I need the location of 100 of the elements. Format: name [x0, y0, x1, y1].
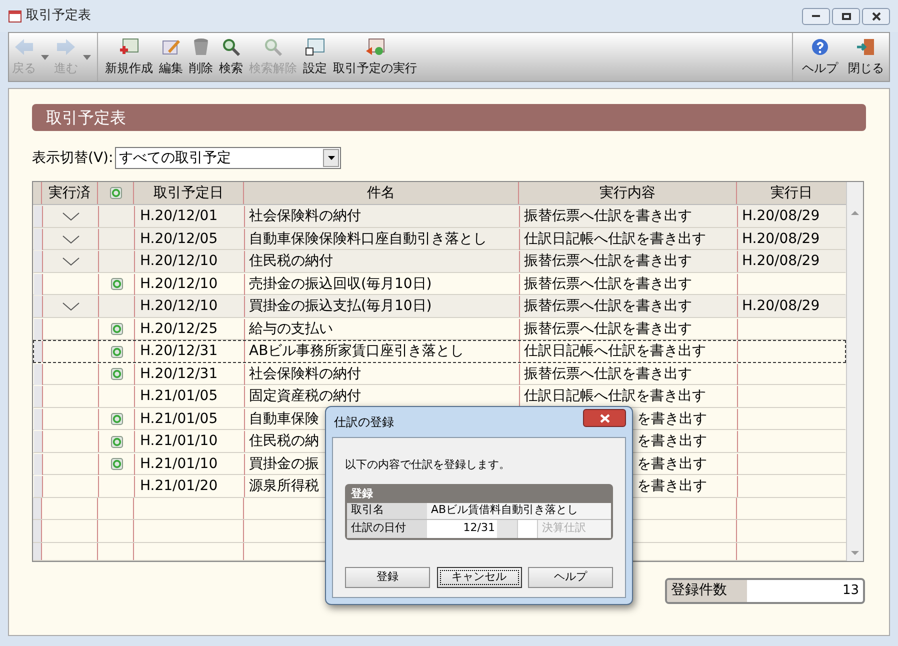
row-header[interactable] [34, 476, 42, 497]
recurring-icon [110, 458, 122, 470]
help-icon [809, 37, 831, 57]
row-header[interactable] [34, 386, 42, 407]
column-header[interactable]: 実行内容 [600, 182, 656, 204]
row-header[interactable] [34, 454, 42, 474]
table-cell-text: 仕訳日記帳へ仕訳を書き出す [524, 342, 706, 361]
toolbar-button[interactable]: 検索 [216, 33, 246, 81]
calendar-icon [8, 9, 22, 23]
table-cell-text: H.20/08/29 [742, 230, 820, 248]
table-cell-text: 社会保険料の納付 [249, 207, 361, 226]
scrollbar[interactable] [846, 182, 863, 560]
dialog-button[interactable]: キャンセル [436, 567, 522, 588]
column-header[interactable]: 実行日 [770, 182, 812, 204]
view-dropdown[interactable]: すべての取引予定 [115, 147, 342, 169]
table-cell-text: H.21/01/05 [140, 410, 218, 428]
recurring-icon [110, 187, 122, 199]
search-icon [220, 37, 242, 57]
recurring-icon [110, 413, 122, 425]
close-button[interactable] [862, 8, 890, 24]
table-cell-text: を書き出す [637, 477, 707, 496]
row-header[interactable] [34, 206, 42, 227]
table-cell-text: 仕訳日記帳へ仕訳を書き出す [524, 387, 706, 406]
table-row[interactable]: H.20/12/25 給与の支払い 振替伝票へ仕訳を書き出す [33, 318, 846, 340]
table-row[interactable]: H.20/12/01 社会保険料の納付 振替伝票へ仕訳を書き出す H.20/08/29 [33, 205, 846, 228]
field-value: ABビル賃借料自動引き落とし [427, 502, 611, 518]
table-row[interactable]: H.20/12/10 売掛金の振込回収(毎月10日) 振替伝票へ仕訳を書き出す [33, 272, 846, 295]
table-cell-text: 振替伝票へ仕訳を書き出す [524, 297, 692, 316]
view-switch-label: 表示切替(V): [32, 148, 114, 168]
page-title: 取引予定表 [46, 106, 126, 128]
dialog-button[interactable]: ヘルプ [528, 567, 613, 588]
input-field[interactable] [517, 520, 537, 538]
toolbar-button[interactable]: ヘルプ [797, 33, 843, 81]
recurring-icon [110, 323, 122, 335]
table-cell-text: H.21/01/05 [140, 387, 218, 406]
settings-icon [304, 37, 326, 57]
check-mark-icon [62, 302, 80, 311]
toolbar-button[interactable]: 閉じる [843, 33, 889, 81]
row-header[interactable] [34, 228, 42, 250]
toolbar-button[interactable]: 新規作成 [102, 33, 156, 81]
table-cell-text: H.20/08/29 [742, 297, 820, 316]
document-run-icon [364, 37, 386, 57]
field-label: 取引名 [347, 502, 427, 518]
table-row[interactable]: H.20/12/31 社会保険料の納付 振替伝票へ仕訳を書き出す [33, 362, 846, 385]
table-cell-text: 住民税の納 [249, 432, 319, 451]
table-cell-text: 振替伝票へ仕訳を書き出す [524, 320, 692, 338]
table-cell-text: 売掛金の振込回収(毎月10日) [249, 274, 432, 294]
left-arrow-icon [13, 37, 35, 57]
table-row[interactable]: H.20/12/10 買掛金の振込支払(毎月10日) 振替伝票へ仕訳を書き出す H.20/08/29 [33, 295, 846, 318]
maximize-button[interactable] [832, 8, 860, 24]
right-arrow-icon [55, 37, 77, 57]
row-header[interactable] [34, 251, 42, 272]
row-header[interactable] [34, 341, 42, 362]
toolbar-button[interactable]: 設定 [300, 33, 330, 81]
table-row[interactable]: H.20/12/05 自動車保険保険料口座自動引き落とし 仕訳日記帳へ仕訳を書き出す H.20/08/29 [33, 228, 846, 250]
toolbar-button[interactable]: 取引予定の実行 [330, 33, 420, 81]
table-cell-text: 買掛金の振 [249, 454, 319, 474]
row-header[interactable] [34, 296, 42, 317]
table-row[interactable]: H.20/12/31 ABビル事務所家賃口座引き落とし 仕訳日記帳へ仕訳を書き出す [33, 340, 846, 362]
dropdown-arrow-icon [328, 156, 335, 160]
table-cell-text: 振替伝票へ仕訳を書き出す [524, 274, 692, 294]
count-value: 13 [841, 582, 860, 600]
table-cell-text: H.20/12/10 [140, 252, 218, 271]
row-header[interactable] [34, 274, 42, 294]
table-cell-text: H.20/08/29 [742, 207, 820, 226]
table-cell-text: 固定資産税の納付 [249, 387, 361, 406]
field-label: 仕訳の日付 [347, 520, 427, 538]
table-row[interactable]: H.20/12/10 住民税の納付 振替伝票へ仕訳を書き出す H.20/08/29 [33, 250, 846, 272]
minimize-button[interactable] [802, 8, 830, 24]
column-header[interactable]: 件名 [367, 182, 395, 204]
date-field[interactable]: 12/31 [427, 520, 497, 538]
table-cell-text: 振替伝票へ仕訳を書き出す [524, 364, 692, 384]
table-cell-text: H.20/12/10 [140, 297, 218, 316]
table-cell-text: H.20/12/25 [140, 320, 218, 338]
close-button[interactable] [583, 409, 626, 427]
pencil-icon [160, 37, 182, 57]
column-header[interactable]: 取引予定日 [154, 182, 224, 204]
table-cell-text: 自動車保険 [249, 410, 319, 428]
table-cell-text: H.20/12/01 [140, 207, 218, 226]
toolbar-button[interactable]: 削除 [186, 33, 216, 81]
count-label: 登録件数 [667, 580, 747, 602]
check-mark-icon [62, 257, 80, 266]
toolbar-button[interactable]: 編集 [156, 33, 186, 81]
add-document-icon [118, 37, 140, 57]
table-cell-text: H.20/12/31 [140, 342, 218, 361]
recurring-icon [110, 278, 122, 290]
table-cell-text: を書き出す [637, 432, 707, 451]
check-mark-icon [62, 234, 80, 244]
search-icon [262, 37, 284, 57]
window-title: 取引予定表 [26, 7, 91, 26]
table-cell-text: ABビル事務所家賃口座引き落とし [249, 342, 464, 361]
table-row[interactable]: H.21/01/05 固定資産税の納付 仕訳日記帳へ仕訳を書き出す [33, 385, 846, 408]
row-header[interactable] [34, 431, 42, 452]
table-cell-text: を書き出す [637, 454, 707, 474]
dialog-button[interactable]: 登録 [345, 567, 430, 588]
row-header[interactable] [34, 318, 42, 340]
row-header[interactable] [34, 364, 42, 384]
input-field[interactable] [497, 520, 517, 538]
column-header[interactable]: 実行済 [48, 182, 90, 204]
row-header[interactable] [34, 408, 42, 430]
